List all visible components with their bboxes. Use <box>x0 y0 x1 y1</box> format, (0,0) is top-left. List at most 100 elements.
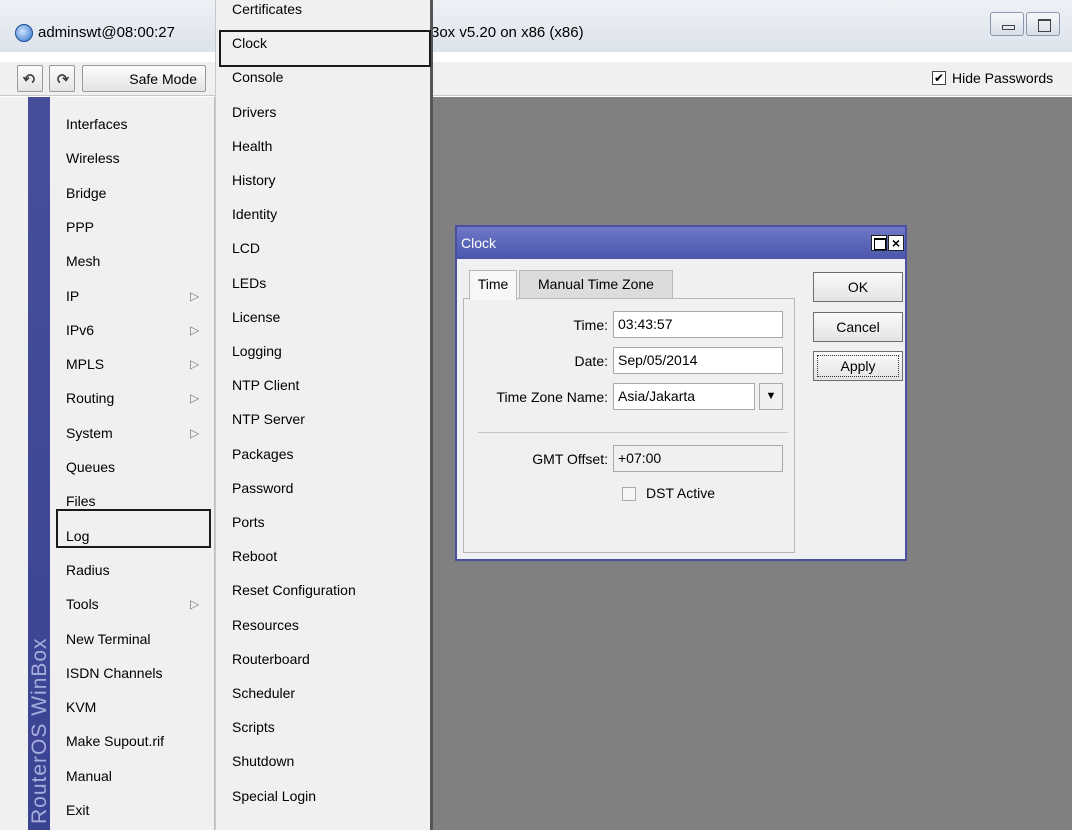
menu-item-mpls[interactable]: MPLS ▷ <box>66 349 212 379</box>
time-tab-panel: Time: 03:43:57 Date: Sep/05/2014 Time Zo… <box>463 298 795 553</box>
submenu-arrow-icon: ▷ <box>190 322 200 337</box>
menu-item-label: Bridge <box>66 184 107 201</box>
dropdown-arrow-icon: ▼ <box>765 390 777 402</box>
submenu-item-certificates[interactable]: Certificates <box>232 0 302 24</box>
dst-active-label: DST Active <box>646 485 715 501</box>
cancel-button[interactable]: Cancel <box>813 312 903 342</box>
menu-item-queues[interactable]: Queues <box>66 452 212 482</box>
submenu-item-ntp-server[interactable]: NTP Server <box>232 404 305 434</box>
submenu-item-health[interactable]: Health <box>232 131 272 161</box>
submenu-arrow-icon: ▷ <box>190 288 200 303</box>
menu-item-isdn-channels[interactable]: ISDN Channels <box>66 658 212 688</box>
menu-item-label: System <box>66 424 113 441</box>
undo-button[interactable] <box>17 65 43 92</box>
separator <box>478 432 788 433</box>
menu-item-label: Tools <box>66 596 99 613</box>
submenu-item-history[interactable]: History <box>232 165 276 195</box>
toolbar: Safe Mode ✔ Hide Passwords <box>0 62 1072 96</box>
menu-item-label: Exit <box>66 802 90 818</box>
time-zone-dropdown-button[interactable]: ▼ <box>759 383 783 410</box>
menu-item-system[interactable]: System ▷ <box>66 418 212 448</box>
ok-button[interactable]: OK <box>813 272 903 302</box>
tab-manual-time-zone[interactable]: Manual Time Zone <box>519 270 673 299</box>
safe-mode-button[interactable]: Safe Mode <box>82 65 206 92</box>
brand-label: RouterOS WinBox <box>28 637 51 824</box>
menu-item-label: KVM <box>66 699 97 716</box>
undo-icon <box>23 73 35 83</box>
menu-item-wireless[interactable]: Wireless <box>66 143 212 173</box>
submenu-item-password[interactable]: Password <box>232 473 293 503</box>
menu-item-exit[interactable]: Exit <box>66 795 212 825</box>
clock-dialog-title: Clock <box>457 227 905 259</box>
submenu-item-reboot[interactable]: Reboot <box>232 541 277 571</box>
submenu-item-drivers[interactable]: Drivers <box>232 97 276 127</box>
submenu-item-reset-configuration[interactable]: Reset Configuration <box>232 575 356 605</box>
clock-dialog: Clock × Time Manual Time Zone Time: 03:4… <box>455 225 907 561</box>
submenu-item-special-login[interactable]: Special Login <box>232 781 316 811</box>
gmt-offset-field: +07:00 <box>613 445 783 472</box>
menu-item-label: Routing <box>66 390 115 407</box>
submenu-arrow-icon: ▷ <box>190 357 200 372</box>
window-title-right: 3ox v5.20 on x86 (x86) <box>431 24 584 41</box>
menu-item-ipv6[interactable]: IPv6 ▷ <box>66 315 212 345</box>
submenu-item-packages[interactable]: Packages <box>232 439 293 469</box>
winbox-app-icon <box>15 24 33 42</box>
menu-item-bridge[interactable]: Bridge <box>66 178 212 208</box>
submenu-item-scripts[interactable]: Scripts <box>232 712 275 742</box>
submenu-item-lcd[interactable]: LCD <box>232 233 260 263</box>
dialog-maximize-button[interactable] <box>871 235 887 251</box>
dst-active-checkbox[interactable] <box>622 487 636 501</box>
menu-item-radius[interactable]: Radius <box>66 555 212 585</box>
date-field[interactable]: Sep/05/2014 <box>613 347 783 374</box>
hide-passwords-checkbox[interactable]: ✔ <box>932 71 946 85</box>
tab-time[interactable]: Time <box>469 270 517 300</box>
submenu-item-shutdown[interactable]: Shutdown <box>232 746 294 776</box>
menu-item-make-supout-rif[interactable]: Make Supout.rif <box>66 726 212 756</box>
submenu-item-scheduler[interactable]: Scheduler <box>232 678 295 708</box>
submenu-item-ports[interactable]: Ports <box>232 507 265 537</box>
submenu-item-resources[interactable]: Resources <box>232 610 299 640</box>
submenu-item-license[interactable]: License <box>232 302 280 332</box>
menu-item-manual[interactable]: Manual <box>66 761 212 791</box>
menu-item-ppp[interactable]: PPP <box>66 212 212 242</box>
menu-item-interfaces[interactable]: Interfaces <box>66 109 212 139</box>
submenu-arrow-icon: ▷ <box>190 597 200 612</box>
submenu-item-ntp-client[interactable]: NTP Client <box>232 370 299 400</box>
dialog-close-button[interactable]: × <box>888 235 904 251</box>
submenu-item-logging[interactable]: Logging <box>232 336 282 366</box>
menu-item-mesh[interactable]: Mesh <box>66 246 212 276</box>
menu-item-ip[interactable]: IP ▷ <box>66 281 212 311</box>
time-label: Time: <box>573 317 608 333</box>
apply-button[interactable]: Apply <box>813 351 903 381</box>
main-menu: RouterOS WinBox Interfaces Wireless Bridge… <box>0 97 215 830</box>
menu-item-label: PPP <box>66 218 95 235</box>
menu-item-label: MPLS <box>66 356 105 373</box>
time-zone-name-select[interactable]: Asia/Jakarta <box>613 383 755 410</box>
hide-passwords-label: Hide Passwords <box>952 70 1054 86</box>
system-submenu: Certificates Clock Console Drivers Health His… <box>215 0 433 830</box>
menu-item-new-terminal[interactable]: New Terminal <box>66 624 212 654</box>
maximize-button[interactable] <box>1026 12 1060 36</box>
redo-button[interactable] <box>49 65 75 92</box>
menu-item-label: IP <box>66 287 80 304</box>
menu-item-kvm[interactable]: KVM <box>66 692 212 722</box>
time-field[interactable]: 03:43:57 <box>613 311 783 338</box>
minimize-button[interactable] <box>990 12 1024 36</box>
submenu-item-identity[interactable]: Identity <box>232 199 277 229</box>
submenu-arrow-icon: ▷ <box>190 391 200 406</box>
submenu-item-leds[interactable]: LEDs <box>232 268 266 298</box>
submenu-item-routerboard[interactable]: Routerboard <box>232 644 310 674</box>
time-zone-name-label: Time Zone Name: <box>496 389 608 405</box>
menu-item-label: ISDN Channels <box>66 664 163 681</box>
menu-item-label: Interfaces <box>66 116 128 132</box>
menu-item-tools[interactable]: Tools ▷ <box>66 589 212 619</box>
window-title-left: adminswt@08:00:27 <box>38 24 175 41</box>
menu-item-label: Wireless <box>66 150 120 167</box>
clock-highlight-box <box>219 30 431 67</box>
redo-icon <box>57 73 69 83</box>
submenu-arrow-icon: ▷ <box>190 425 200 440</box>
hide-passwords-toggle[interactable]: ✔ Hide Passwords <box>932 70 1053 86</box>
menu-item-label: Radius <box>66 561 110 578</box>
menu-item-routing[interactable]: Routing ▷ <box>66 383 212 413</box>
menu-item-label: New Terminal <box>66 630 151 647</box>
